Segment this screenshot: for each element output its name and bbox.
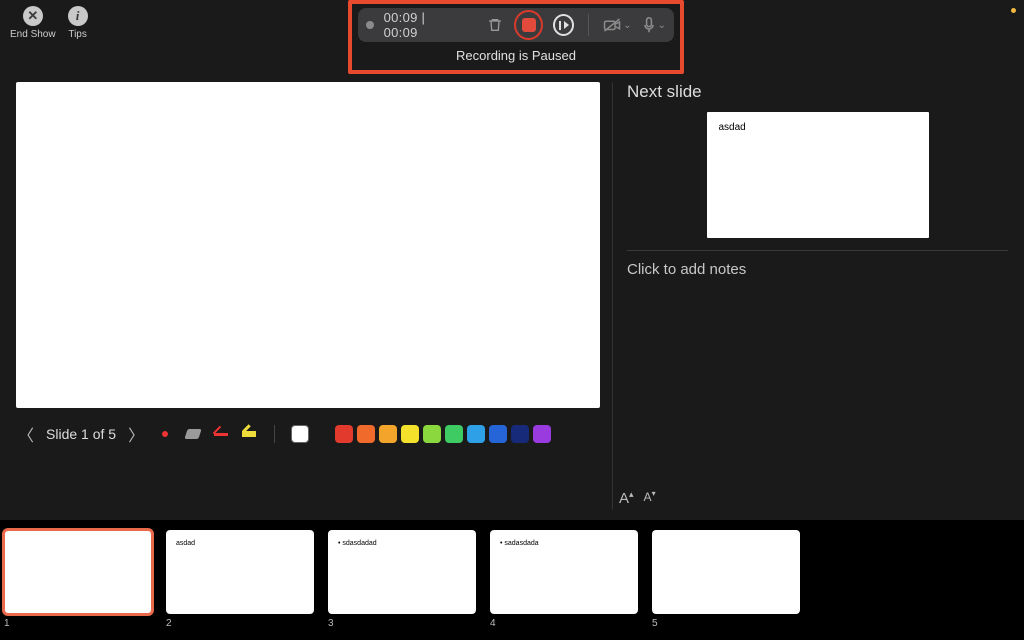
trash-icon[interactable]: [485, 15, 504, 35]
slide-thumbnail[interactable]: • sdasdadad: [328, 530, 476, 614]
slide-counter: Slide 1 of 5: [46, 426, 116, 442]
increase-font-button[interactable]: A▴: [619, 489, 634, 507]
recording-status-text: Recording is Paused: [352, 48, 680, 63]
laser-pointer-tool[interactable]: [156, 426, 174, 442]
pause-resume-button[interactable]: [553, 14, 574, 36]
recording-time: 00:09 | 00:09: [384, 10, 460, 40]
main-content: 〈 Slide 1 of 5 〉 Next slide asdad Click …: [16, 82, 1008, 510]
decrease-font-button[interactable]: A▾: [644, 489, 656, 507]
stop-recording-button[interactable]: [514, 10, 543, 40]
end-show-label: End Show: [10, 29, 56, 40]
thumbnail-text: • sadasdada: [500, 540, 539, 547]
color-swatch[interactable]: [401, 425, 419, 443]
tips-button[interactable]: i Tips: [68, 6, 88, 40]
color-swatch[interactable]: [291, 425, 309, 443]
record-indicator-icon: [366, 21, 374, 29]
chevron-down-icon: ⌄: [658, 20, 666, 31]
color-swatch[interactable]: [423, 425, 441, 443]
play-triangle-icon: [564, 21, 569, 29]
notes-input[interactable]: Click to add notes: [627, 261, 1008, 278]
thumbnail-number: 2: [166, 618, 314, 629]
slide-thumbnail[interactable]: [4, 530, 152, 614]
close-x-icon: ✕: [23, 6, 43, 26]
slide-tools-bar: 〈 Slide 1 of 5 〉: [16, 422, 600, 446]
current-slide-canvas[interactable]: [16, 82, 600, 408]
next-slide-heading: Next slide: [627, 82, 1008, 102]
thumbnail-number: 3: [328, 618, 476, 629]
next-slide-text: asdad: [719, 122, 746, 133]
color-swatch[interactable]: [335, 425, 353, 443]
current-slide-pane: 〈 Slide 1 of 5 〉: [16, 82, 600, 510]
thumbnail-text: • sdasdadad: [338, 540, 377, 547]
highlighter-tool[interactable]: [240, 426, 258, 442]
right-panel: Next slide asdad Click to add notes A▴ A…: [612, 82, 1008, 510]
eraser-tool[interactable]: [184, 426, 202, 442]
color-swatch[interactable]: [489, 425, 507, 443]
slide-thumbnail[interactable]: asdad: [166, 530, 314, 614]
camera-toggle[interactable]: ⌄: [603, 18, 631, 32]
tips-label: Tips: [68, 29, 87, 40]
thumbnail-number: 1: [4, 618, 152, 629]
pen-tool[interactable]: [212, 426, 230, 442]
font-size-controls: A▴ A▾: [619, 489, 656, 507]
recording-controls-bar: 00:09 | 00:09 ⌄: [358, 8, 674, 42]
divider: [627, 250, 1008, 251]
status-indicator-dot: [1011, 8, 1016, 13]
color-swatch[interactable]: [511, 425, 529, 443]
slide-thumbnail[interactable]: [652, 530, 800, 614]
microphone-toggle[interactable]: ⌄: [642, 17, 666, 33]
pause-bar-icon: [559, 21, 561, 30]
color-swatch[interactable]: [313, 425, 331, 443]
info-icon: i: [68, 6, 88, 26]
thumbnail-number: 5: [652, 618, 800, 629]
color-swatch[interactable]: [379, 425, 397, 443]
color-swatch[interactable]: [445, 425, 463, 443]
end-show-button[interactable]: ✕ End Show: [10, 6, 56, 40]
prev-slide-button[interactable]: 〈: [16, 422, 36, 446]
recording-controls-highlight: 00:09 | 00:09 ⌄: [348, 0, 684, 74]
stop-icon: [522, 18, 536, 32]
annotation-tools: [156, 426, 258, 442]
next-slide-preview[interactable]: asdad: [707, 112, 929, 238]
divider: [274, 425, 275, 443]
chevron-down-icon: ⌄: [623, 20, 631, 31]
thumbnail-text: asdad: [176, 540, 195, 547]
thumbnail-number: 4: [490, 618, 638, 629]
slide-thumbnail[interactable]: • sadasdada: [490, 530, 638, 614]
color-swatch[interactable]: [357, 425, 375, 443]
divider: [588, 14, 589, 36]
thumbnail-strip[interactable]: 1 asdad 2 • sdasdadad 3 • sadasdada 4 5: [0, 520, 1024, 640]
color-swatch[interactable]: [533, 425, 551, 443]
color-palette: [291, 425, 551, 443]
next-slide-button[interactable]: 〉: [126, 422, 146, 446]
color-swatch[interactable]: [467, 425, 485, 443]
